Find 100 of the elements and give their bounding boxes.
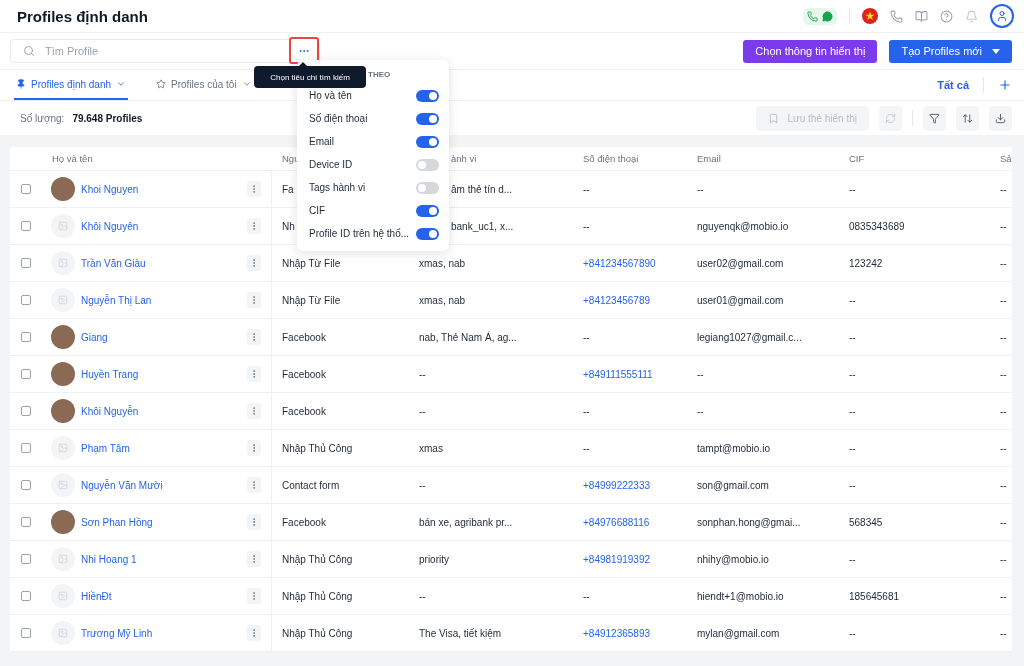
- table-cell: Facebook: [282, 516, 326, 528]
- image-icon: [58, 480, 68, 490]
- table-cell: Nhập Từ File: [282, 257, 341, 269]
- table-cell: The Visa, tiết kiệm: [419, 627, 502, 639]
- user-avatar[interactable]: [990, 4, 1014, 28]
- row-checkbox[interactable]: [21, 591, 31, 601]
- table-cell: --: [849, 294, 856, 306]
- refresh-button[interactable]: [879, 105, 902, 131]
- table-cell: user01@gmail.com: [697, 294, 784, 306]
- row-menu-button[interactable]: [247, 440, 261, 456]
- option-label: Email: [309, 136, 334, 147]
- row-menu-button[interactable]: [247, 477, 261, 493]
- table-cell: Nhập Thủ Công: [282, 553, 353, 565]
- flag-icon[interactable]: [862, 8, 878, 24]
- profile-name-link[interactable]: Giang: [81, 331, 108, 343]
- search-icon: [23, 45, 35, 57]
- toggle-switch[interactable]: [416, 135, 439, 148]
- profile-name-link[interactable]: Phạm Tâm: [81, 442, 130, 454]
- row-menu-button[interactable]: [247, 514, 261, 530]
- count-value: 79.648 Profiles: [72, 112, 143, 124]
- tab[interactable]: Profiles định danh: [14, 70, 129, 100]
- column-header: ành vi: [451, 153, 477, 164]
- row-checkbox[interactable]: [21, 369, 31, 379]
- table-cell: Facebook: [282, 331, 326, 343]
- download-button[interactable]: [989, 105, 1012, 131]
- display-info-button[interactable]: Chọn thông tin hiển thị: [743, 39, 878, 63]
- profile-name-link[interactable]: Nguyễn Văn Mười: [81, 479, 163, 491]
- table-cell: +849111555111: [583, 368, 653, 380]
- table-cell: --: [1000, 516, 1007, 528]
- sort-button[interactable]: [956, 105, 979, 131]
- row-checkbox[interactable]: [21, 554, 31, 564]
- profile-name-link[interactable]: HiềnĐt: [81, 590, 112, 602]
- profile-name-link[interactable]: Nguyễn Thị Lan: [81, 294, 152, 306]
- row-menu-button[interactable]: [247, 551, 261, 567]
- more-button[interactable]: [289, 37, 319, 64]
- toggle-switch[interactable]: [416, 204, 439, 217]
- table-cell: +84976688116: [583, 516, 650, 528]
- book-icon[interactable]: [915, 9, 928, 23]
- user-icon: [996, 10, 1008, 22]
- filter-button[interactable]: [923, 105, 946, 131]
- row-menu-button[interactable]: [247, 292, 261, 308]
- toggle-switch[interactable]: [416, 112, 439, 125]
- table-cell: --: [697, 405, 704, 417]
- row-checkbox[interactable]: [21, 443, 31, 453]
- column-header: CIF: [849, 153, 865, 164]
- table-cell: --: [1000, 405, 1007, 417]
- table-cell: son@gmail.com: [697, 479, 769, 491]
- row-checkbox[interactable]: [21, 406, 31, 416]
- row-checkbox[interactable]: [21, 332, 31, 342]
- help-icon[interactable]: [940, 9, 953, 23]
- profile-name-link[interactable]: Khôi Nguyên: [81, 220, 139, 232]
- row-checkbox[interactable]: [21, 480, 31, 490]
- row-checkbox[interactable]: [21, 517, 31, 527]
- row-checkbox[interactable]: [21, 221, 31, 231]
- toggle-switch[interactable]: [416, 181, 439, 194]
- tab[interactable]: Profiles của tôi: [154, 70, 254, 100]
- profile-name-link[interactable]: Khôi Nguyễn: [81, 405, 139, 417]
- row-menu-button[interactable]: [247, 329, 261, 345]
- table-cell: --: [583, 183, 590, 195]
- count-label: Số lượng:: [20, 112, 65, 124]
- toggle-switch[interactable]: [416, 158, 439, 171]
- profile-name-link[interactable]: Khoi Nguyen: [81, 183, 139, 195]
- row-menu-button[interactable]: [247, 625, 261, 641]
- toggle-switch[interactable]: [416, 89, 439, 102]
- row-checkbox[interactable]: [21, 184, 31, 194]
- refresh-icon: [885, 112, 896, 124]
- image-icon: [58, 554, 68, 564]
- profile-name-link[interactable]: Trần Văn Giàu: [81, 257, 146, 269]
- profile-name-link[interactable]: Nhi Hoang 1: [81, 553, 137, 565]
- all-link[interactable]: Tất cả: [937, 79, 969, 91]
- row-menu-button[interactable]: [247, 181, 261, 197]
- phone-icon[interactable]: [890, 9, 903, 23]
- notification-icon[interactable]: [965, 9, 978, 23]
- option-label: Họ và tên: [309, 90, 352, 101]
- row-checkbox[interactable]: [21, 258, 31, 268]
- row-menu-button[interactable]: [247, 403, 261, 419]
- profile-name-link[interactable]: Huyền Trang: [81, 368, 139, 380]
- table-cell: --: [1000, 442, 1007, 454]
- create-button[interactable]: Tạo Profiles mới: [889, 39, 1012, 63]
- row-menu-button[interactable]: [247, 588, 261, 604]
- add-button[interactable]: [998, 78, 1012, 92]
- profile-name-link[interactable]: Trương Mỹ Linh: [81, 627, 153, 639]
- row-menu-button[interactable]: [247, 366, 261, 382]
- row-checkbox[interactable]: [21, 295, 31, 305]
- call-widget[interactable]: [803, 7, 837, 25]
- toggle-switch[interactable]: [416, 227, 439, 240]
- column-header: Email: [697, 153, 721, 164]
- column-header: Họ và tên: [52, 153, 93, 164]
- search-field[interactable]: Tìm Profile: [10, 39, 320, 63]
- star-icon: [156, 79, 167, 89]
- table-cell: Nh: [282, 220, 295, 232]
- row-menu-button[interactable]: [247, 218, 261, 234]
- table-cell: --: [583, 405, 590, 417]
- table-cell: legiang1027@gmail.c...: [697, 331, 802, 343]
- table-cell: nguyenqk@mobio.io: [697, 220, 789, 232]
- row-checkbox[interactable]: [21, 628, 31, 638]
- table-cell: --: [583, 220, 590, 232]
- pin-icon: [16, 79, 26, 89]
- row-menu-button[interactable]: [247, 255, 261, 271]
- profile-name-link[interactable]: Sơn Phan Hồng: [81, 516, 153, 528]
